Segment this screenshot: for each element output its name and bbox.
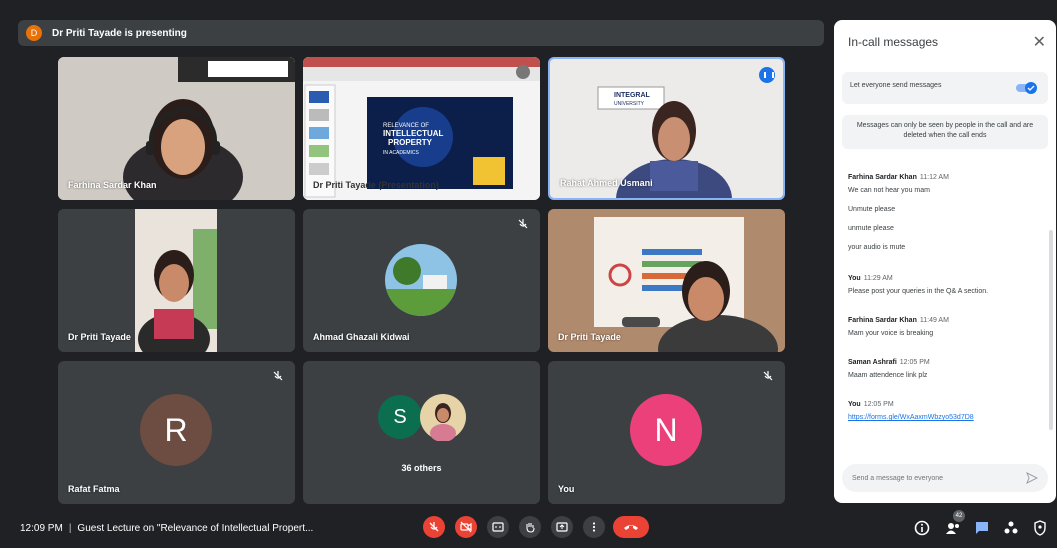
participant-tile[interactable]: Farhina Sardar Khan — [58, 57, 295, 200]
chat-icon[interactable] — [974, 520, 990, 536]
people-icon[interactable] — [945, 520, 961, 536]
participant-tile[interactable]: Dr Priti Tayade — [548, 209, 785, 352]
self-avatar: N — [630, 394, 702, 466]
slide-title-line-4: IN ACADEMICS — [383, 150, 420, 156]
presenting-text: Dr Priti Tayade is presenting — [52, 27, 187, 39]
message-time: 11:49 AM — [919, 317, 949, 324]
bottom-toolbar: 12:09 PM | Guest Lecture on "Relevance of … — [0, 506, 1057, 548]
message-text: unmute please — [848, 225, 894, 232]
meeting-info: 12:09 PM | Guest Lecture on "Relevance of … — [20, 523, 314, 534]
message-time: 12:05 PM — [863, 401, 894, 408]
slide-title-line-2: INTELLECTUAL — [383, 129, 444, 138]
participant-avatar: R — [140, 394, 212, 466]
message-input[interactable] — [852, 471, 1012, 485]
participant-avatar-photo — [420, 394, 466, 441]
message-link[interactable]: https://forms.gle/WxAaxmWbzyo53d7D8 — [848, 414, 1044, 421]
backdrop-logo-line-1: INTEGRAL — [614, 92, 651, 99]
message-text: your audio is mute — [848, 244, 906, 251]
presenting-banner: D Dr Priti Tayade is presenting — [18, 20, 824, 46]
panel-title: In-call messages — [848, 35, 939, 49]
muted-mic-icon — [271, 369, 285, 383]
participant-avatar — [385, 244, 457, 316]
meeting-details-icon[interactable] — [914, 520, 930, 536]
message-time: 11:12 AM — [919, 174, 949, 181]
message-group: Farhina Sardar Khan 11:12 AM We can not h… — [848, 174, 1044, 251]
message-scrollbar[interactable] — [1049, 230, 1053, 430]
message-composer — [842, 464, 1048, 492]
others-count: 36 others — [401, 463, 442, 473]
mic-off-icon — [429, 522, 439, 532]
message-text: We can not hear you mam — [848, 187, 930, 194]
participant-name: Dr Priti Tayade — [68, 332, 131, 342]
participant-video — [58, 209, 295, 352]
present-screen-button[interactable] — [551, 516, 573, 538]
camera-off-button[interactable] — [455, 516, 477, 538]
message-group: Farhina Sardar Khan 11:49 AM Mam your voi… — [848, 317, 1044, 337]
host-controls-icon[interactable] — [1032, 520, 1048, 536]
message-sender: You 12:05 PM — [848, 401, 894, 408]
participant-video — [548, 209, 785, 352]
microphone-off-button[interactable] — [423, 516, 445, 538]
hang-up-icon — [624, 525, 638, 530]
participant-tile[interactable]: Ahmad Ghazali Kidwai — [303, 209, 540, 352]
captions-button[interactable] — [487, 516, 509, 538]
hand-icon — [526, 523, 535, 533]
backdrop-logo-line-2: UNIVERSITY — [614, 101, 645, 107]
in-call-messages-panel: In-call messages ✕ Let everyone send mes… — [834, 20, 1056, 503]
raise-hand-button[interactable] — [519, 516, 541, 538]
message-sender: You 11:29 AM — [848, 275, 893, 282]
current-time: 12:09 PM — [20, 523, 63, 534]
present-icon — [556, 522, 568, 532]
participant-tile[interactable]: R Rafat Fatma — [58, 361, 295, 504]
leave-call-button[interactable] — [613, 516, 649, 538]
allow-messages-toggle[interactable] — [1016, 81, 1038, 95]
meeting-title: Guest Lecture on "Relevance of Intellect… — [77, 523, 314, 534]
participant-tile[interactable]: Dr Priti Tayade — [58, 209, 295, 352]
participant-name: Farhina Sardar Khan — [68, 180, 157, 190]
self-tile[interactable]: N You — [548, 361, 785, 504]
message-list: Farhina Sardar Khan 11:12 AM We can not h… — [848, 174, 1044, 433]
participant-name: Rafat Fatma — [68, 484, 120, 494]
presentation-tile[interactable]: RELEVANCE OF INTELLECTUAL PROPERTY IN AC… — [303, 57, 540, 200]
pin-icon[interactable] — [516, 65, 530, 79]
close-icon[interactable]: ✕ — [1033, 32, 1046, 52]
presenter-avatar: D — [26, 25, 42, 41]
muted-mic-icon — [761, 369, 775, 383]
participant-name: Ahmad Ghazali Kidwai — [313, 332, 410, 342]
send-messages-setting: Let everyone send messages — [842, 72, 1048, 104]
more-options-button[interactable] — [583, 516, 605, 538]
message-time: 11:29 AM — [863, 275, 893, 282]
presentation-slide: RELEVANCE OF INTELLECTUAL PROPERTY IN AC… — [303, 57, 540, 200]
participant-name: You — [558, 484, 575, 494]
message-sender: Farhina Sardar Khan 11:49 AM — [848, 317, 949, 324]
message-sender: Saman Ashrafi 12:05 PM — [848, 359, 930, 366]
message-time: 12:05 PM — [899, 359, 930, 366]
muted-mic-icon — [516, 217, 530, 231]
participant-tile-active-speaker[interactable]: INTEGRAL UNIVERSITY Rahat Ahmed Usmani — [548, 57, 785, 200]
send-icon[interactable] — [1026, 472, 1038, 484]
message-text: Mam your voice is breaking — [848, 330, 934, 337]
others-tile[interactable]: S 36 others — [303, 361, 540, 504]
speaking-indicator-icon — [759, 67, 775, 83]
captions-icon — [492, 522, 504, 532]
message-sender: Farhina Sardar Khan 11:12 AM — [848, 174, 949, 181]
message-text: Unmute please — [848, 206, 896, 213]
activities-icon[interactable] — [1003, 520, 1019, 536]
slide-title-line-3: PROPERTY — [388, 138, 433, 147]
message-group: You 12:05 PM https://forms.gle/WxAaxmWbzy… — [848, 401, 1044, 421]
more-vert-icon — [592, 522, 596, 532]
participant-name: Dr Priti Tayade — [558, 332, 621, 342]
participant-avatar: S — [378, 395, 422, 439]
participant-name: Dr Priti Tayade (Presentation) — [313, 180, 439, 190]
message-text: Please post your queries in the Q& A sec… — [848, 288, 989, 295]
message-group: You 11:29 AM Please post your queries in … — [848, 275, 1044, 295]
privacy-notice: Messages can only be seen by people in t… — [842, 115, 1048, 149]
message-text: Maam attendence link plz — [848, 372, 928, 379]
camera-off-icon — [460, 521, 472, 533]
participant-video — [58, 57, 295, 200]
toggle-label: Let everyone send messages — [850, 82, 942, 89]
message-group: Saman Ashrafi 12:05 PM Maam attendence li… — [848, 359, 1044, 379]
participant-name: Rahat Ahmed Usmani — [560, 178, 653, 188]
